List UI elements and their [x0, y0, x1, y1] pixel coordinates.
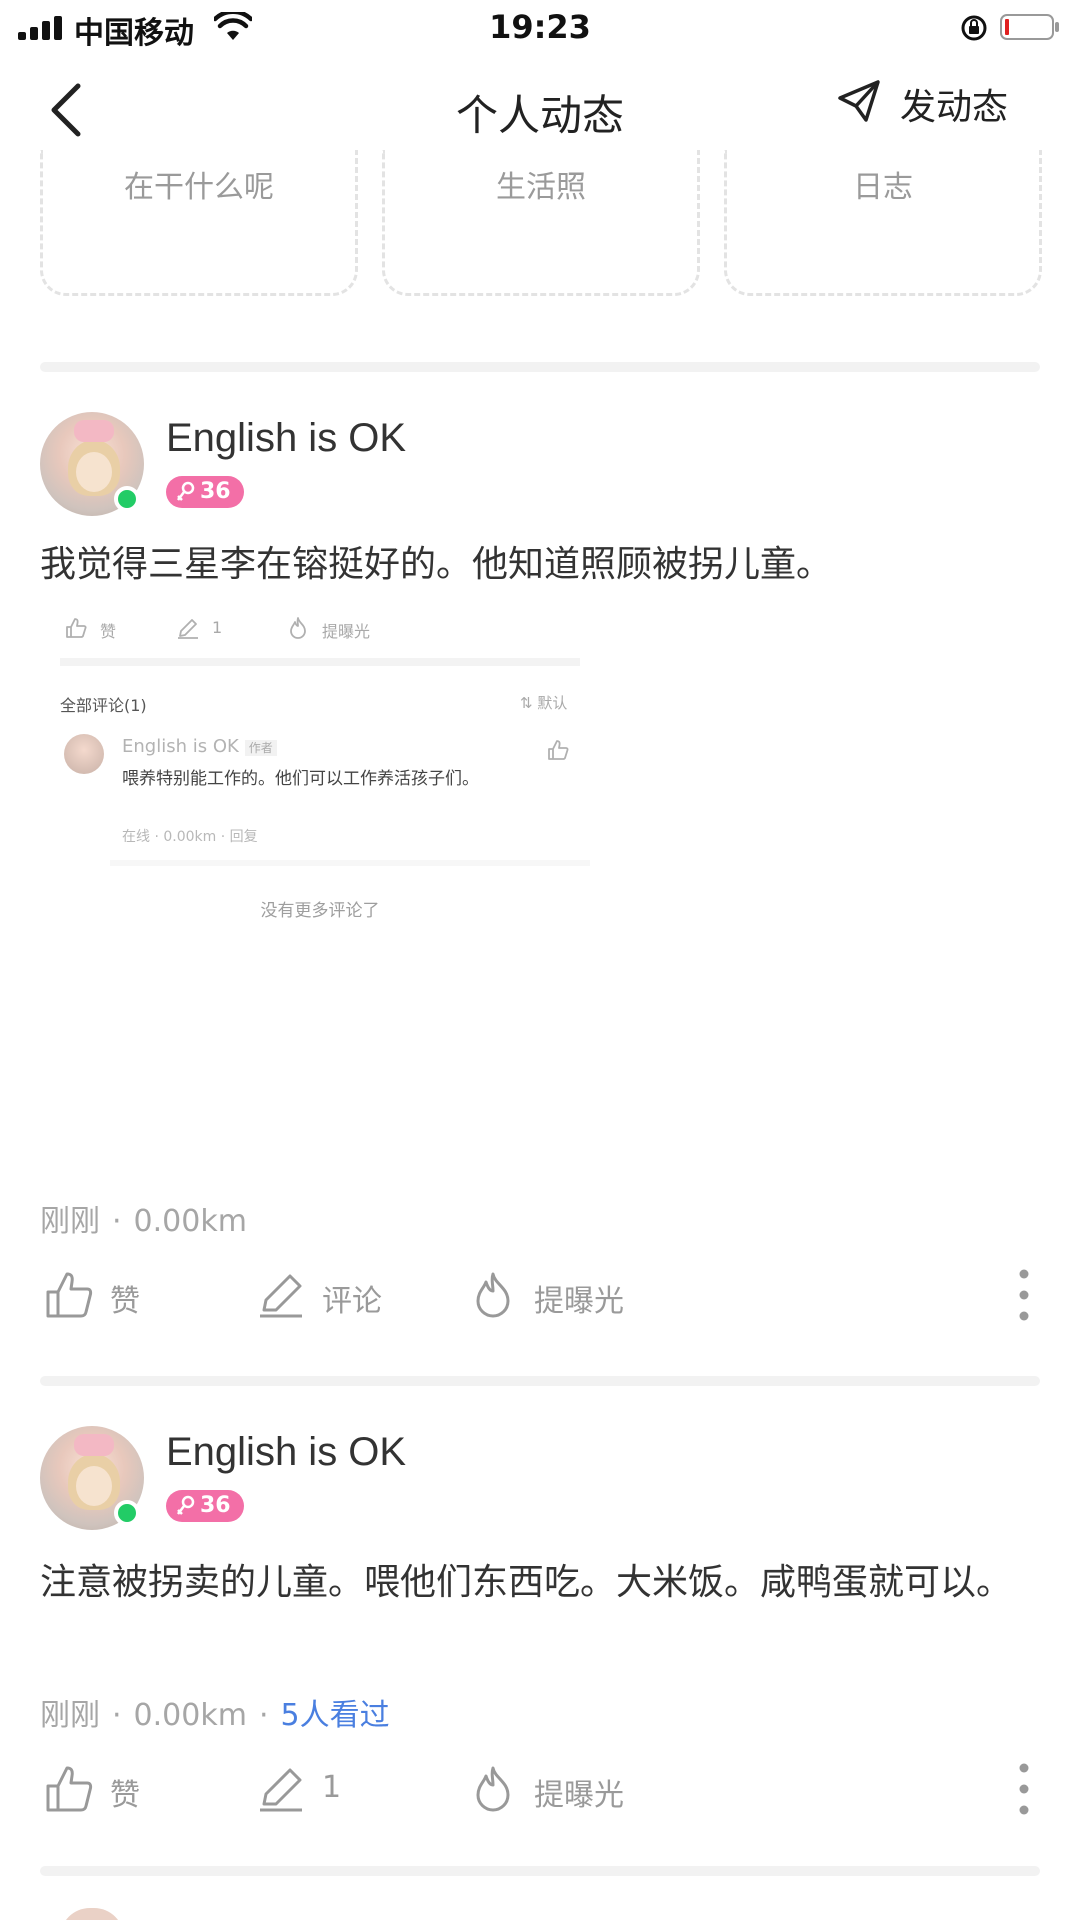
- post-text: 我觉得三星李在镕挺好的。他知道照顾被拐儿童。: [40, 544, 833, 585]
- avatar[interactable]: [60, 1908, 124, 1920]
- quick-card-label: 在干什么呢: [124, 170, 274, 205]
- comment-count: 1: [322, 1770, 342, 1805]
- like-label: 赞: [110, 1778, 140, 1813]
- post-meta: 刚刚 · 0.00km: [40, 1204, 247, 1239]
- comment-button[interactable]: 评论: [256, 1262, 406, 1332]
- post-update-label: 发动态: [900, 87, 1009, 128]
- quick-card-diary[interactable]: 日志: [724, 150, 1042, 296]
- pen-icon: [260, 1274, 302, 1318]
- post-action-bar: 赞 1 提曝光: [0, 1756, 1080, 1826]
- section-divider: [40, 1376, 1040, 1386]
- embed-comment-user: English is OK 作者: [122, 736, 277, 757]
- section-divider: [40, 1866, 1040, 1876]
- flame-icon: [476, 1766, 510, 1812]
- like-button[interactable]: 赞: [44, 1756, 164, 1826]
- thumb-up-icon: [46, 1272, 93, 1318]
- embed-divider: [110, 860, 590, 866]
- embed-comment-text: 喂养特别能工作的。他们可以工作养活孩子们。: [122, 769, 479, 789]
- female-icon: [177, 1495, 195, 1515]
- gender-age-badge: 36: [166, 476, 244, 508]
- status-bar: 中国移动 19:23: [0, 0, 1080, 56]
- post-meta: 刚刚 · 0.00km · 5人看过: [40, 1698, 390, 1733]
- flame-icon: [476, 1272, 510, 1318]
- embed-no-more: 没有更多评论了: [260, 901, 380, 921]
- embed-comment-avatar: [64, 734, 104, 774]
- embed-all-comments: 全部评论(1): [60, 696, 147, 715]
- embed-sort: ⇅ 默认: [520, 694, 568, 712]
- avatar[interactable]: [40, 412, 144, 516]
- online-indicator: [114, 1500, 140, 1526]
- thumb-up-icon: [548, 740, 569, 760]
- post-distance: 0.00km: [133, 1698, 247, 1733]
- post-image[interactable]: 赞 1 提曝光 全部评论(1) ⇅ 默认 English is OK 作者 喂养特…: [50, 612, 610, 932]
- embed-comment-meta: 在线 · 0.00km · 回复: [122, 829, 258, 845]
- thumb-up-icon: [66, 618, 87, 638]
- more-options-icon[interactable]: [1018, 1762, 1030, 1816]
- post-time: 刚刚: [40, 1698, 100, 1733]
- embed-action-bar: 赞 1 提曝光: [64, 612, 584, 648]
- like-button[interactable]: 赞: [44, 1262, 164, 1332]
- battery-icon: [1000, 14, 1059, 40]
- like-label: 赞: [110, 1284, 140, 1319]
- badge-age: 36: [200, 1493, 231, 1518]
- expose-label: 提曝光: [534, 1284, 624, 1319]
- quick-card-photo[interactable]: 生活照: [382, 150, 700, 296]
- more-options-icon[interactable]: [1018, 1268, 1030, 1322]
- online-indicator: [114, 486, 140, 512]
- post-action-bar: 赞 评论 提曝光: [0, 1262, 1080, 1332]
- embed-divider: [60, 658, 580, 666]
- comment-label: 评论: [322, 1284, 382, 1319]
- status-time: 19:23: [489, 8, 591, 46]
- rotation-lock-icon: [961, 15, 987, 41]
- post-update-button[interactable]: 发动态: [836, 74, 1036, 134]
- send-icon: [838, 80, 880, 122]
- post-time: 刚刚: [40, 1204, 100, 1239]
- quick-card-label: 生活照: [496, 170, 586, 205]
- username[interactable]: English is OK: [166, 416, 406, 461]
- thumb-up-icon: [46, 1766, 93, 1812]
- pen-icon: [260, 1768, 302, 1812]
- quick-post-cards: 在干什么呢 生活照 日志: [40, 150, 1042, 296]
- avatar[interactable]: [40, 1426, 144, 1530]
- quick-card-label: 日志: [853, 170, 913, 205]
- post-distance: 0.00km: [133, 1204, 247, 1239]
- quick-card-status[interactable]: 在干什么呢: [40, 150, 358, 296]
- expose-label: 提曝光: [534, 1778, 624, 1813]
- expose-button[interactable]: 提曝光: [468, 1756, 648, 1826]
- post-text: 注意被拐卖的儿童。喂他们东西吃。大米饭。咸鸭蛋就可以。: [40, 1562, 1013, 1603]
- expose-button[interactable]: 提曝光: [468, 1262, 648, 1332]
- flame-icon: [290, 617, 306, 639]
- gender-age-badge: 36: [166, 1490, 244, 1522]
- badge-age: 36: [200, 479, 231, 504]
- post-item: English is OK 36 注意被拐卖的儿童。喂他们东西吃。大米饭。咸鸭蛋…: [0, 1426, 1080, 1826]
- view-count-link[interactable]: 5人看过: [281, 1698, 390, 1733]
- username[interactable]: English is OK: [166, 1430, 406, 1475]
- section-divider: [40, 362, 1040, 372]
- pen-icon: [178, 619, 198, 639]
- female-icon: [177, 481, 195, 501]
- comment-button[interactable]: 1: [256, 1756, 406, 1826]
- post-item: English is OK 36 我觉得三星李在镕挺好的。他知道照顾被拐儿童。 …: [0, 412, 1080, 1352]
